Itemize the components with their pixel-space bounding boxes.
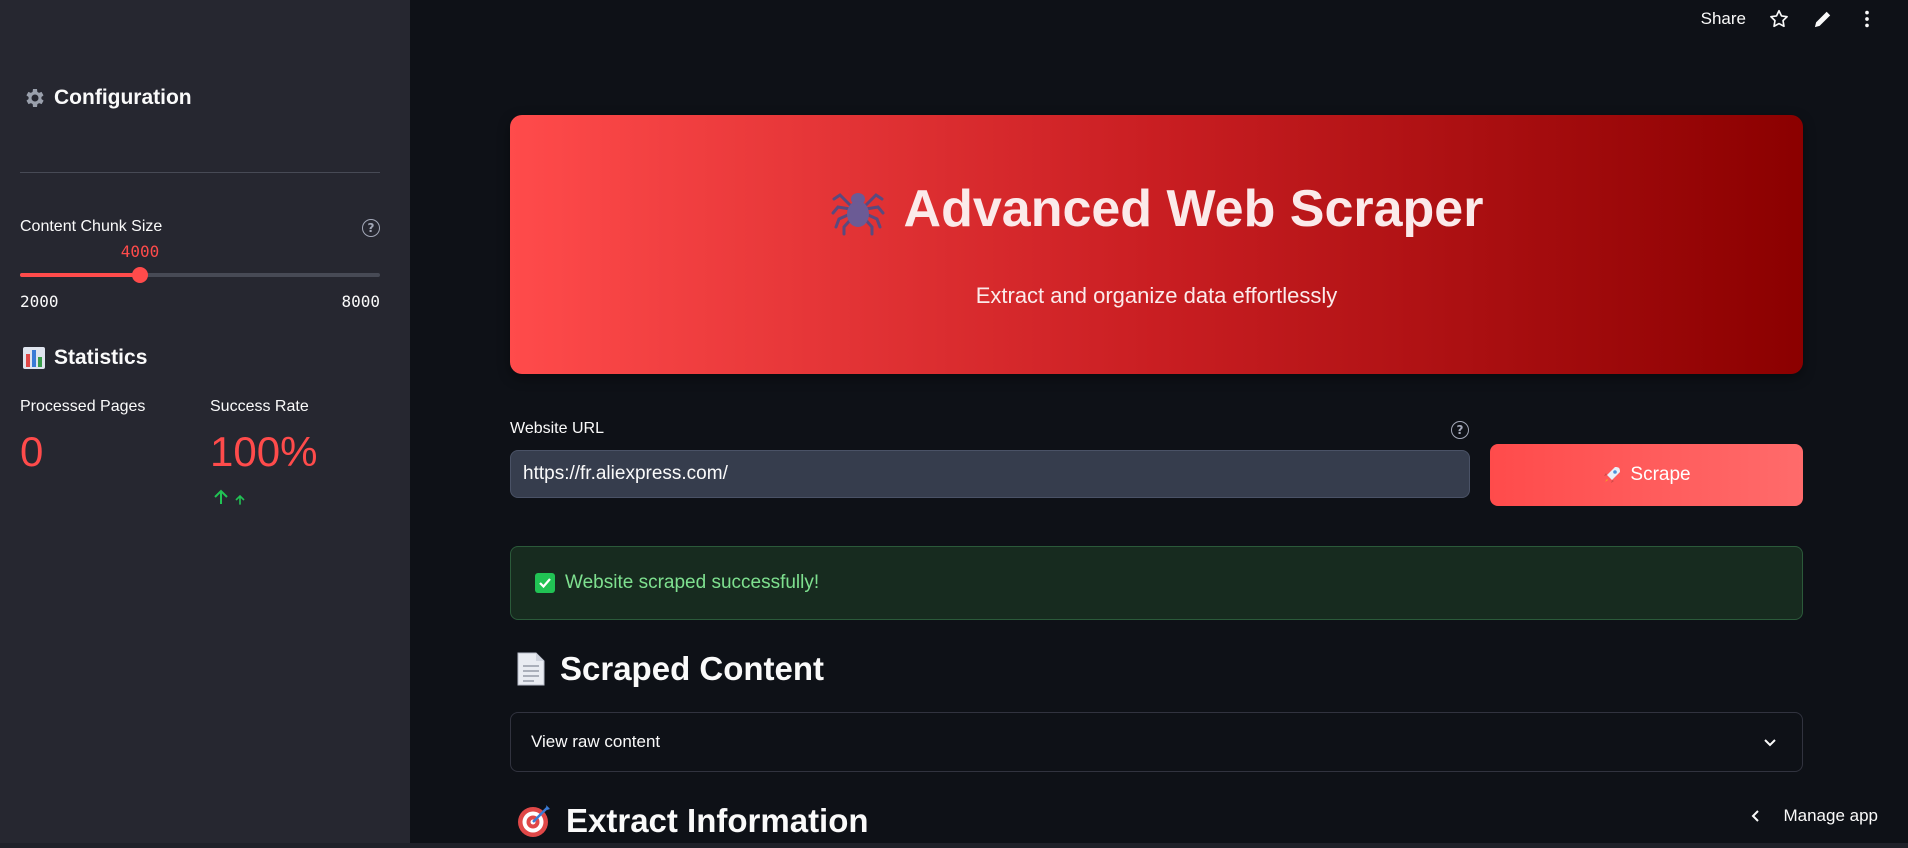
slider-fill (20, 273, 140, 277)
target-icon (518, 805, 550, 837)
chunk-size-value: 4000 (120, 242, 160, 261)
chevron-left-icon (1752, 810, 1760, 822)
spider-icon (831, 193, 885, 236)
chevron-down-icon (1764, 739, 1776, 747)
scraped-content-header: Scraped Content (516, 650, 824, 688)
scrape-button-label: Scrape (1630, 464, 1691, 485)
scraped-content-title: Scraped Content (560, 650, 825, 687)
hero-title-row: Advanced Web Scraper (510, 179, 1803, 239)
document-icon (517, 652, 545, 686)
pencil-icon[interactable] (1812, 8, 1834, 30)
top-toolbar: Share (1701, 8, 1878, 30)
metric-value-processed: 0 (20, 428, 44, 475)
slider-thumb[interactable] (131, 267, 148, 283)
hero-subtitle: Extract and organize data effortlessly (975, 283, 1338, 308)
share-button[interactable]: Share (1701, 9, 1746, 29)
slider-min-label: 2000 (20, 292, 59, 311)
checkmark-icon (535, 573, 555, 593)
configuration-header: Configuration (22, 86, 192, 110)
more-vert-icon[interactable] (1856, 8, 1878, 30)
success-alert: Website scraped successfully! (510, 546, 1803, 620)
url-input[interactable] (510, 450, 1470, 498)
expander-label: View raw content (531, 732, 661, 751)
extract-information-title: Extract Information (566, 802, 869, 839)
sidebar: Configuration Content Chunk Size ? 4000 … (0, 0, 410, 843)
bottom-bar (0, 843, 1908, 848)
url-help-icon[interactable]: ? (1451, 421, 1469, 439)
metric-label-success: Success Rate (210, 398, 309, 415)
scrape-button[interactable]: Scrape (1490, 444, 1803, 506)
success-message: Website scraped successfully! (565, 572, 820, 593)
sidebar-divider (20, 172, 380, 173)
star-icon[interactable] (1768, 8, 1790, 30)
statistics-title: Statistics (54, 346, 148, 369)
arrow-up-small-icon (235, 494, 245, 505)
manage-app-label: Manage app (1783, 806, 1878, 825)
hero-title: Advanced Web Scraper (903, 180, 1484, 238)
bar-chart-icon (23, 347, 45, 369)
chunk-size-label: Content Chunk Size (20, 218, 163, 235)
configuration-title: Configuration (54, 86, 192, 109)
statistics-header: Statistics (22, 346, 147, 370)
rocket-icon (1604, 467, 1621, 483)
extract-information-header: Extract Information (516, 802, 869, 840)
slider-max-label: 8000 (341, 292, 380, 311)
arrow-up-icon (214, 489, 228, 504)
metric-value-success: 100% (210, 428, 318, 475)
help-icon[interactable]: ? (362, 219, 380, 237)
chunk-size-slider[interactable] (20, 267, 380, 283)
hero-banner: Advanced Web Scraper Extract and organiz… (510, 115, 1803, 374)
manage-app-button[interactable]: Manage app (1749, 806, 1878, 826)
metric-label-processed: Processed Pages (20, 398, 146, 415)
raw-content-expander[interactable]: View raw content (510, 712, 1803, 772)
url-label: Website URL (510, 420, 604, 437)
metric-delta (212, 488, 246, 506)
gear-icon (26, 89, 44, 107)
